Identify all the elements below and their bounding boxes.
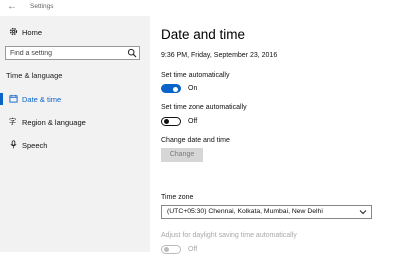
change-button[interactable]: Change	[161, 148, 203, 162]
search-icon[interactable]	[127, 48, 137, 58]
title-bar: ← Settings	[0, 0, 400, 16]
globe-language-icon: 字	[8, 117, 18, 128]
set-time-auto-label: Set time automatically	[161, 72, 230, 79]
sidebar-item-date-time[interactable]: Date & time	[0, 92, 150, 106]
chevron-down-icon	[359, 210, 367, 215]
sidebar-item-label: Home	[22, 27, 43, 37]
page-title: Date and time	[161, 27, 246, 42]
sidebar: Home Time & language Date & time 字 Regio…	[0, 16, 150, 252]
set-time-auto-toggle[interactable]	[161, 84, 181, 93]
toggle-knob	[164, 118, 169, 124]
search-field[interactable]	[5, 46, 140, 60]
clock-icon	[8, 94, 18, 105]
microphone-icon	[8, 139, 18, 151]
sidebar-item-label: Speech	[22, 140, 48, 150]
search-input[interactable]	[6, 47, 128, 59]
set-time-auto-state: On	[188, 85, 198, 92]
current-datetime: 9:36 PM, Friday, September 23, 2016	[161, 52, 278, 59]
section-header: Time & language	[6, 71, 63, 80]
daylight-saving-label: Adjust for daylight saving time automati…	[161, 232, 297, 239]
set-timezone-auto-state: Off	[188, 118, 198, 125]
active-indicator	[0, 93, 3, 105]
daylight-saving-toggle[interactable]	[161, 245, 181, 254]
main-content: Date and time 9:36 PM, Friday, September…	[150, 16, 400, 254]
set-timezone-auto-label: Set time zone automatically	[161, 104, 247, 111]
time-zone-select[interactable]: (UTC+05:30) Chennai, Kolkata, Mumbai, Ne…	[161, 205, 372, 219]
back-arrow-icon[interactable]: ←	[7, 1, 17, 12]
set-timezone-auto-toggle[interactable]	[161, 117, 181, 126]
time-zone-label: Time zone	[161, 194, 194, 201]
toggle-knob	[164, 247, 169, 252]
window-title: Settings	[30, 3, 54, 10]
sidebar-item-home[interactable]: Home	[8, 26, 42, 38]
sidebar-item-label: Date & time	[22, 94, 62, 104]
sidebar-item-label: Region & language	[22, 117, 86, 127]
svg-text:字: 字	[9, 117, 16, 126]
change-date-time-label: Change date and time	[161, 137, 230, 144]
toggle-knob	[173, 86, 178, 92]
gear-icon	[8, 27, 18, 38]
sidebar-item-speech[interactable]: Speech	[0, 138, 150, 152]
time-zone-value: (UTC+05:30) Chennai, Kolkata, Mumbai, Ne…	[167, 208, 323, 215]
sidebar-item-region-language[interactable]: 字 Region & language	[0, 115, 150, 129]
